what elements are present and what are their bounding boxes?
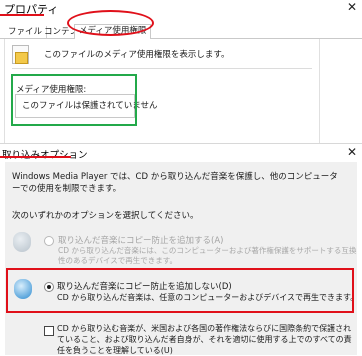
media-rights-description: このファイルのメディア使用権限を表示します。 (44, 50, 230, 60)
add-copy-protection-radio[interactable] (44, 236, 54, 246)
annotation-ellipse-media-tab (67, 10, 154, 36)
add-copy-protection-description: CD から取り込んだ音楽には、このコンピューターおよび著作権保護をサポートする互… (58, 246, 357, 265)
copyright-understand-checkbox[interactable] (44, 326, 54, 336)
properties-close-icon[interactable]: ✕ (344, 0, 360, 14)
annotation-underline-import (0, 156, 71, 158)
copy-protect-shield-icon (13, 232, 31, 252)
import-options-close-icon[interactable]: ✕ (345, 145, 359, 159)
import-options-description: Windows Media Player では、CD から取り込んだ音楽を保護し… (12, 172, 338, 194)
add-copy-protection-label: 取り込んだ音楽にコピー防止を追加する(A) (58, 236, 224, 246)
divider (12, 68, 312, 69)
annotation-underline-properties (0, 14, 44, 16)
copyright-understand-label: CD から取り込む音楽が、米国および各国の著作権法ならびに国際条約で保護されてい… (57, 324, 352, 355)
annotation-box-media-rights (11, 74, 137, 126)
import-options-title: 取り込みオプション (2, 147, 88, 161)
annotation-box-no-protection-option (6, 268, 354, 313)
media-file-badge-icon (15, 52, 28, 64)
import-options-prompt: 次のいずれかのオプションを選択してください。 (12, 211, 199, 221)
